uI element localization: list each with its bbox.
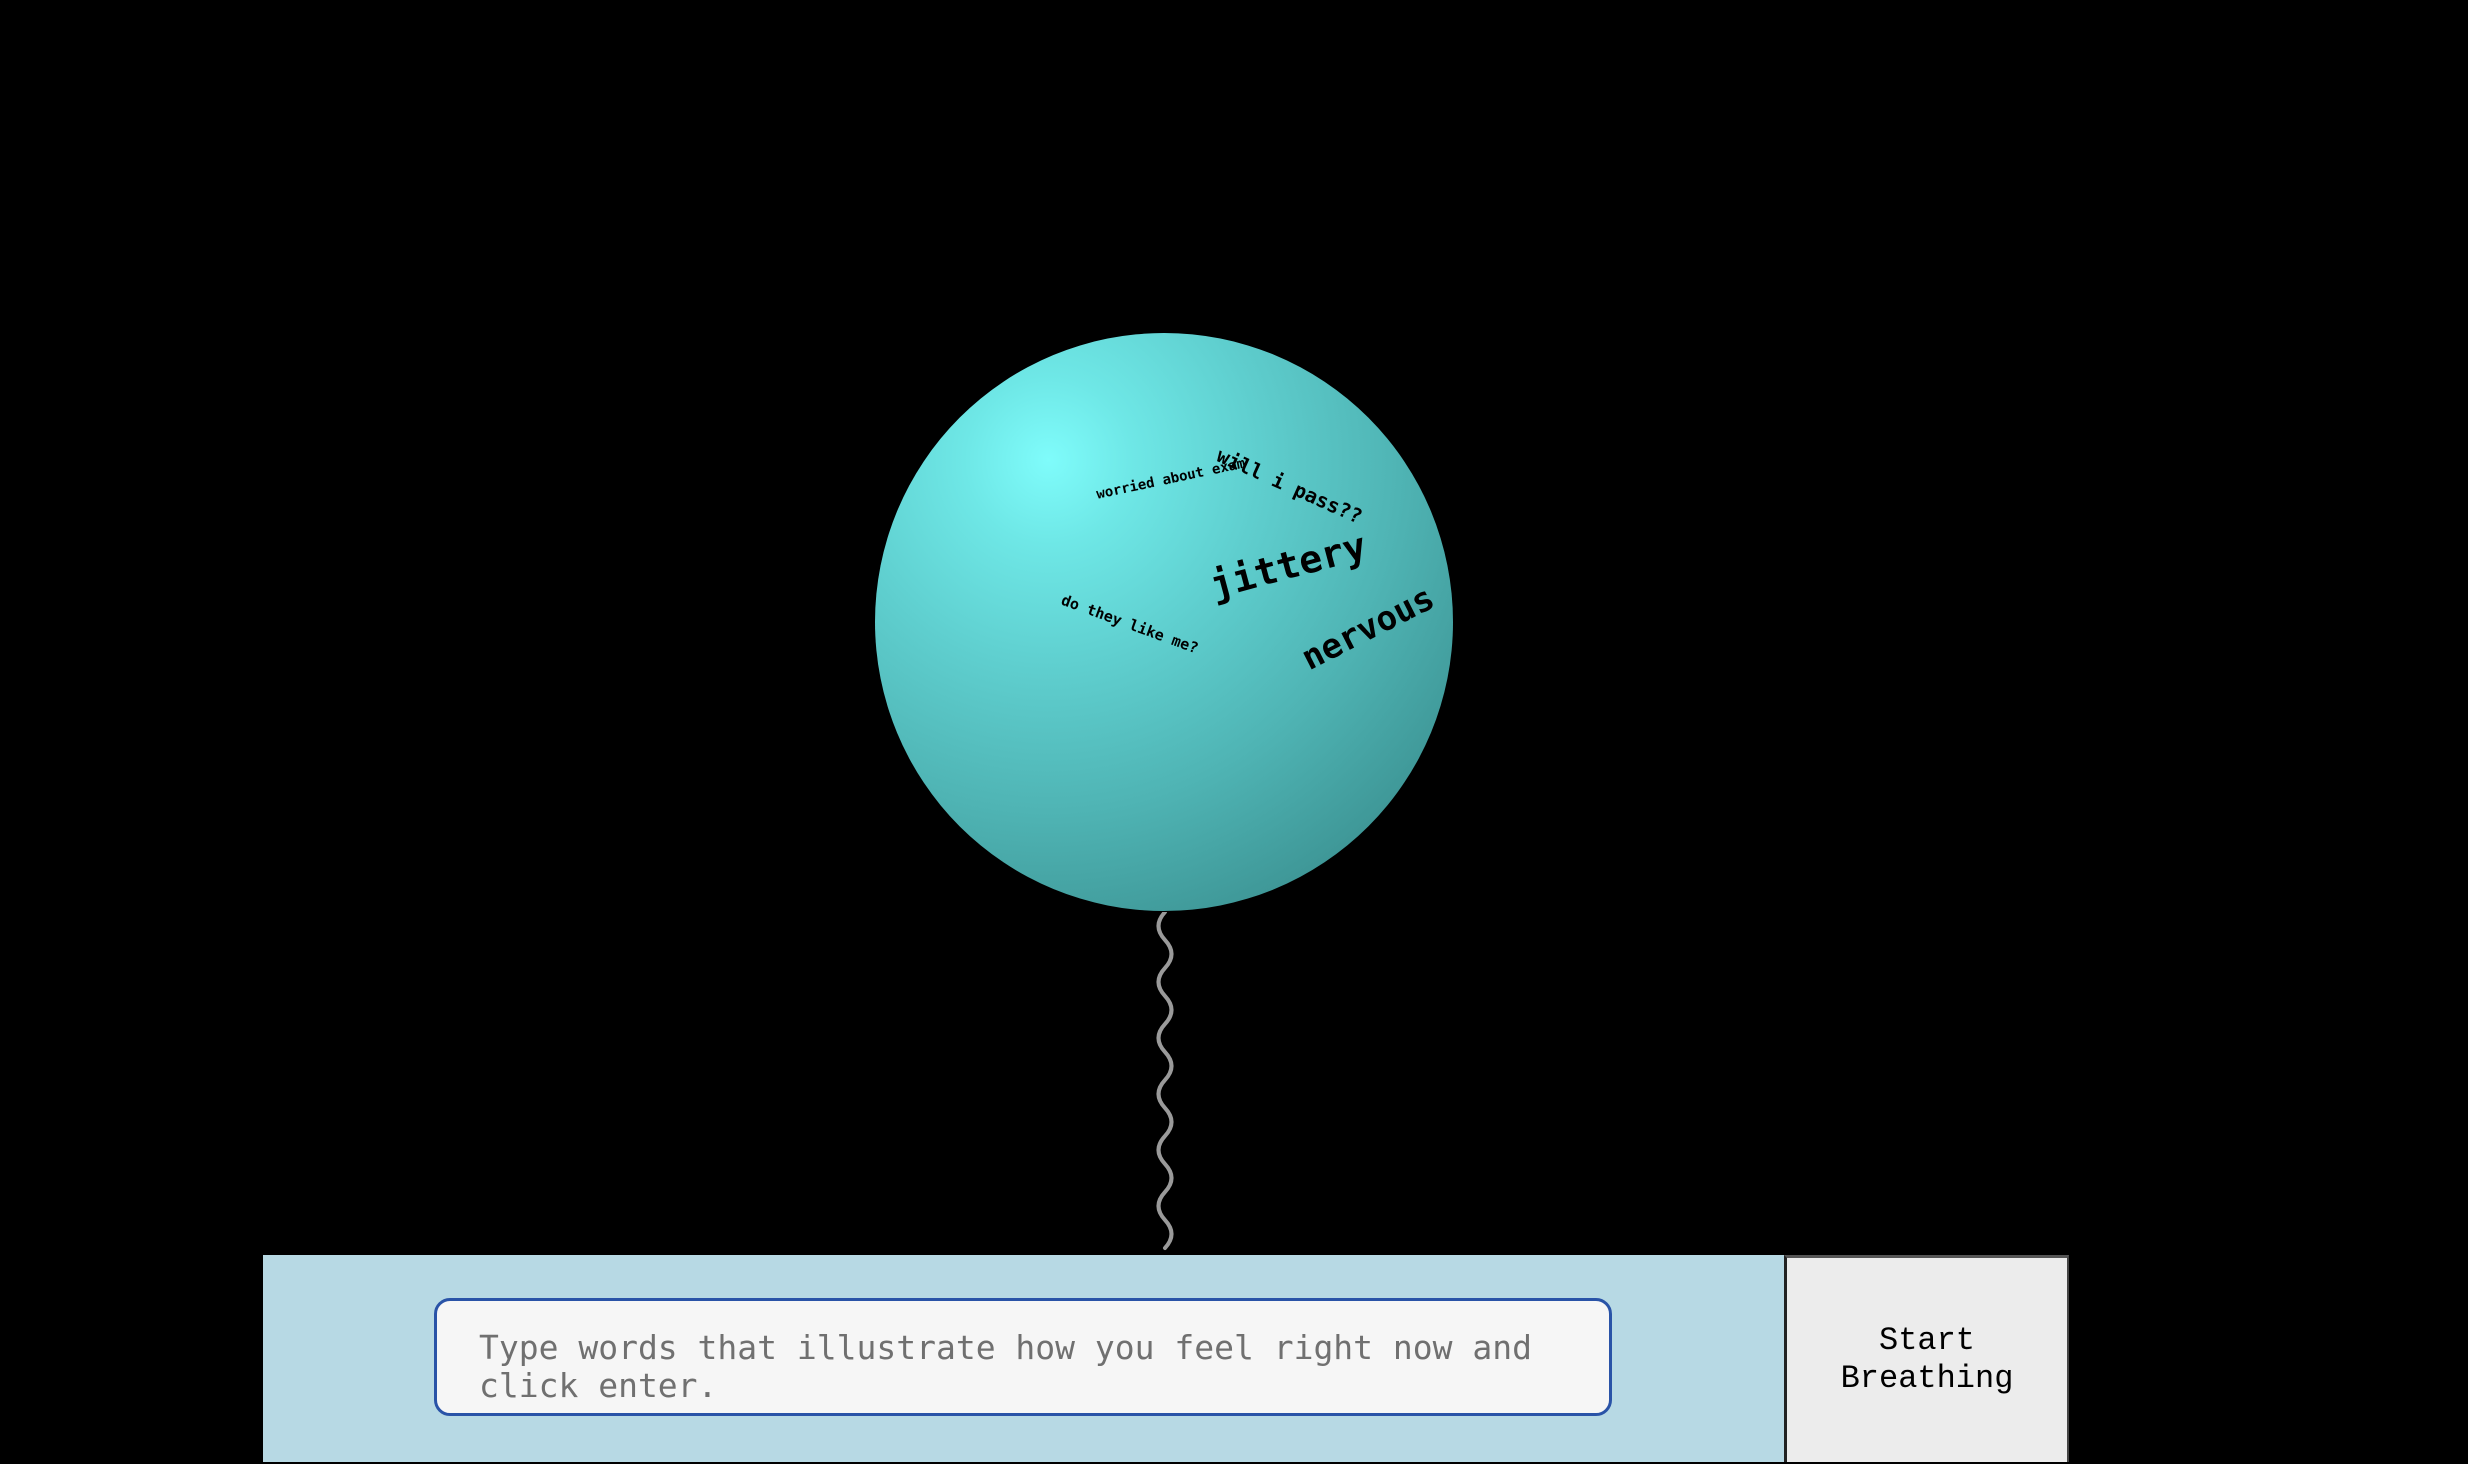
feelings-balloon: worried about exam will i pass?? jittery… xyxy=(875,333,1453,911)
balloon-word: do they like me? xyxy=(1058,591,1201,658)
balloon-word: nervous xyxy=(1295,577,1441,679)
start-breathing-button[interactable]: Start Breathing xyxy=(1787,1258,2067,1462)
balloon-word: jittery xyxy=(1205,523,1372,608)
app-stage: worried about exam will i pass?? jittery… xyxy=(0,0,2468,1464)
feelings-input-box[interactable] xyxy=(434,1298,1612,1416)
balloon-word: will i pass?? xyxy=(1213,443,1367,529)
feelings-input[interactable] xyxy=(479,1329,1569,1409)
balloon-string xyxy=(1156,912,1174,1250)
button-panel: Start Breathing xyxy=(1784,1255,2069,1462)
